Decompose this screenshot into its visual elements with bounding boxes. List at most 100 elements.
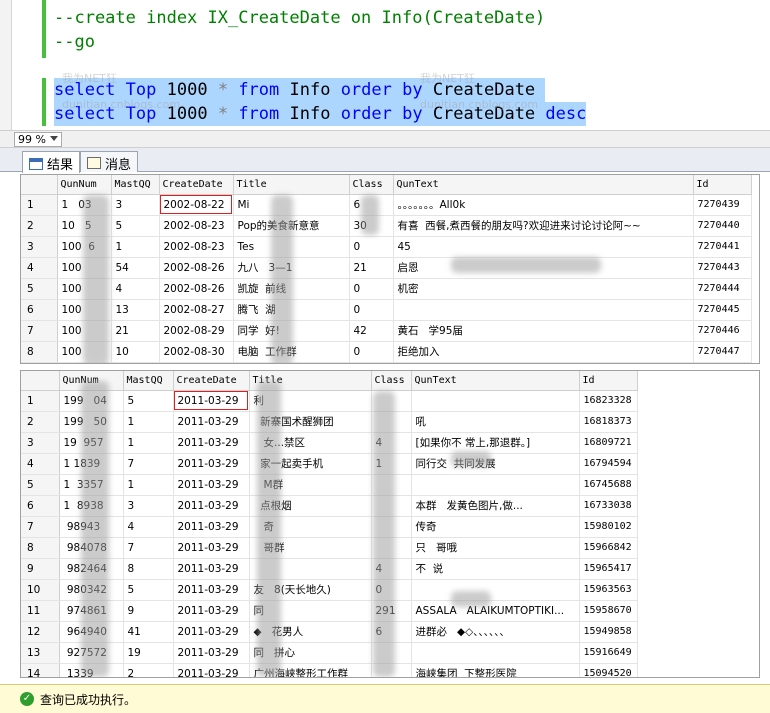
table-cell[interactable]: [393, 299, 694, 321]
table-row[interactable]: 3 19 957 1 2011-03-29 女...禁区 4 [如果你不 常上,那退群。]…: [21, 432, 638, 454]
table-cell[interactable]: M群: [249, 474, 372, 496]
table-cell[interactable]: 1: [123, 411, 174, 433]
row-number[interactable]: 4: [21, 257, 58, 279]
table-cell[interactable]: 1: [123, 474, 174, 496]
code-line[interactable]: --create index IX_CreateDate on Info(Cre…: [54, 6, 770, 30]
table-cell[interactable]: 0: [371, 579, 412, 601]
table-cell[interactable]: 19: [123, 642, 174, 664]
table-cell[interactable]: 16809721: [579, 432, 638, 454]
table-cell[interactable]: 2011-03-29: [173, 474, 250, 496]
table-cell[interactable]: 7270447: [693, 341, 752, 363]
table-cell[interactable]: 启恩: [393, 257, 694, 279]
table-cell[interactable]: 15980102: [579, 516, 638, 538]
table-cell[interactable]: 41: [123, 621, 174, 643]
table-cell[interactable]: ◆ 花男人: [249, 621, 372, 643]
grid-corner[interactable]: [21, 371, 60, 391]
chevron-down-icon[interactable]: [50, 136, 58, 141]
table-cell[interactable]: 7270439: [693, 194, 752, 216]
table-cell[interactable]: 6: [349, 194, 394, 216]
table-cell[interactable]: 9: [123, 600, 174, 622]
column-header[interactable]: CreateDate: [159, 175, 234, 195]
table-cell[interactable]: 吼: [411, 411, 580, 433]
table-cell[interactable]: 10: [111, 341, 160, 363]
table-cell[interactable]: 16733038: [579, 495, 638, 517]
table-cell[interactable]: 同学 好!: [233, 320, 350, 342]
table-cell[interactable]: [411, 474, 580, 496]
table-cell[interactable]: 2002-08-23: [159, 215, 234, 237]
table-row[interactable]: 12 964940 41 2011-03-29 ◆ 花男人 6 进群必 ◆◇、、、、、、 1…: [21, 621, 638, 643]
table-cell[interactable]: 291: [371, 600, 412, 622]
table-cell[interactable]: 974861: [59, 600, 124, 622]
table-row[interactable]: 2 199 50 1 2011-03-29 新寨国术醒狮团 吼 16818373: [21, 411, 638, 433]
table-cell[interactable]: 100: [57, 341, 112, 363]
table-cell[interactable]: 7: [123, 537, 174, 559]
table-cell[interactable]: 1: [123, 432, 174, 454]
table-cell[interactable]: 4: [123, 516, 174, 538]
table-cell[interactable]: 16818373: [579, 411, 638, 433]
table-cell[interactable]: 新寨国术醒狮团: [249, 411, 372, 433]
table-cell[interactable]: 3: [111, 194, 160, 216]
table-cell[interactable]: 100: [57, 278, 112, 300]
table-cell[interactable]: 30: [349, 215, 394, 237]
table-cell[interactable]: 7270445: [693, 299, 752, 321]
table-row[interactable]: 13 927572 19 2011-03-29 同 拼心 15916649: [21, 642, 638, 664]
table-cell[interactable]: 广州海峡整形工作群: [249, 663, 372, 677]
table-cell[interactable]: 45: [393, 236, 694, 258]
table-cell[interactable]: [371, 516, 412, 538]
table-cell[interactable]: 42: [349, 320, 394, 342]
table-cell[interactable]: 有喜 西餐,煮西餐的朋友吗?欢迎进来讨论讨论阿~~: [393, 215, 694, 237]
column-header[interactable]: Id: [579, 371, 638, 391]
table-cell[interactable]: [371, 390, 412, 412]
table-cell[interactable]: 1 03: [57, 194, 112, 216]
table-cell[interactable]: 980342: [59, 579, 124, 601]
table-row[interactable]: 8 100 10 2002-08-30 电脑 工作群 0 拒绝加入 7270447: [21, 341, 752, 363]
table-cell[interactable]: 2011-03-29: [173, 600, 250, 622]
table-row[interactable]: 41 1839 7 2011-03-29 家一起卖手机 1 同行交 共同发展 167945…: [21, 453, 638, 475]
table-cell[interactable]: 不 说: [411, 558, 580, 580]
row-number[interactable]: 10: [21, 579, 60, 601]
table-row[interactable]: 61 8938 3 2011-03-29 点根烟 本群 发黄色图片,做... 16733…: [21, 495, 638, 517]
table-cell[interactable]: 九八 3—1: [233, 257, 350, 279]
table-cell[interactable]: 15094520: [579, 663, 638, 677]
table-cell[interactable]: [371, 663, 412, 677]
table-cell[interactable]: 8: [123, 558, 174, 580]
table-cell[interactable]: 哥群: [249, 537, 372, 559]
column-header[interactable]: Title: [233, 175, 350, 195]
table-cell[interactable]: 199 50: [59, 411, 124, 433]
table-cell[interactable]: 15966842: [579, 537, 638, 559]
table-cell[interactable]: 19 957: [59, 432, 124, 454]
table-row[interactable]: 11 03 3 2002-08-22 Mi 6 。。。。。。。All0k 7270439: [21, 194, 752, 216]
table-cell[interactable]: 5: [123, 579, 174, 601]
table-cell[interactable]: 7270444: [693, 278, 752, 300]
table-cell[interactable]: 15965417: [579, 558, 638, 580]
table-cell[interactable]: 2002-08-26: [159, 257, 234, 279]
table-cell[interactable]: 4: [371, 558, 412, 580]
table-cell[interactable]: 2011-03-29: [173, 558, 250, 580]
row-number[interactable]: 13: [21, 642, 60, 664]
table-cell[interactable]: 100 6: [57, 236, 112, 258]
table-cell[interactable]: 黄石 学95届: [393, 320, 694, 342]
table-cell[interactable]: 同 拼心: [249, 642, 372, 664]
row-number[interactable]: 11: [21, 600, 60, 622]
table-cell[interactable]: 15949858: [579, 621, 638, 643]
table-cell[interactable]: 2011-03-29: [173, 495, 250, 517]
table-cell[interactable]: 2011-03-29: [173, 579, 250, 601]
table-cell[interactable]: 15958670: [579, 600, 638, 622]
table-cell[interactable]: [371, 495, 412, 517]
table-cell[interactable]: 100: [57, 299, 112, 321]
table-cell[interactable]: 7270441: [693, 236, 752, 258]
row-number[interactable]: 5: [21, 278, 58, 300]
table-cell[interactable]: 0: [349, 341, 394, 363]
table-cell[interactable]: 2011-03-29: [173, 432, 250, 454]
grid-corner[interactable]: [21, 175, 58, 195]
table-cell[interactable]: 奇: [249, 516, 372, 538]
table-row[interactable]: 14 1339 2 2011-03-29 广州海峡整形工作群 海峡集团 下整形医院 150…: [21, 663, 638, 677]
table-row[interactable]: 2 10 5 5 2002-08-23 Pop的美食新意意 30 有喜 西餐,煮西餐的朋友吗…: [21, 215, 752, 237]
table-cell[interactable]: 7: [123, 453, 174, 475]
table-cell[interactable]: [371, 411, 412, 433]
table-cell[interactable]: Tes: [233, 236, 350, 258]
row-number[interactable]: 6: [21, 299, 58, 321]
table-row[interactable]: 5 100 4 2002-08-26 凯旋 前线 0 机密 7270444: [21, 278, 752, 300]
table-cell[interactable]: 机密: [393, 278, 694, 300]
table-cell[interactable]: 7270443: [693, 257, 752, 279]
